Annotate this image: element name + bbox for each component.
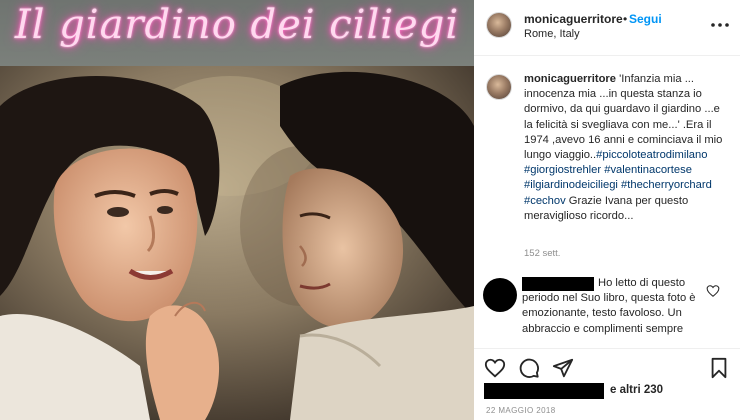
photo-scene-illustration [0,66,474,420]
action-bar [474,348,740,379]
comment-item: Ho letto di questo periodo nel Suo libro… [474,272,740,344]
post-date[interactable]: 22 MAGGIO 2018 [486,406,556,415]
hashtag-ilgiardinodeiciliegi[interactable]: #ilgiardinodeiciliegi [524,179,618,191]
heart-icon[interactable] [484,357,506,379]
post-photo[interactable]: Il giardino dei ciliegi [0,0,474,420]
post-side-panel: monicaguerritore • Segui Rome, Italy mon… [474,0,740,420]
hashtag-giorgiostrehler[interactable]: #giorgiostrehler [524,164,601,176]
photo-overlay-title: Il giardino dei ciliegi [14,2,460,48]
comment-icon[interactable] [518,357,540,379]
hashtag-valentinacortese[interactable]: #valentinacortese [604,164,692,176]
hashtag-thecherryorchard[interactable]: #thecherryorchard [621,179,712,191]
caption-body: 'Infanzia mia ... innocenza mia ...in qu… [524,73,723,162]
photo-banner: Il giardino dei ciliegi [0,0,474,66]
caption-timestamp[interactable]: 152 sett. [524,248,560,259]
author-avatar[interactable] [486,12,512,38]
post-header: monicaguerritore • Segui Rome, Italy [474,0,740,56]
post-caption: monicaguerritore 'Infanzia mia ... innoc… [474,62,740,268]
likes-username-redacted[interactable] [484,383,604,399]
hashtag-cechov[interactable]: #cechov [524,195,566,207]
likes-count-text[interactable]: e altri 230 [610,384,663,396]
comment-text: Ho letto di questo periodo nel Suo libro… [522,277,696,335]
more-options-icon[interactable] [710,22,730,28]
share-icon[interactable] [552,357,574,379]
caption-username[interactable]: monicaguerritore [524,73,616,85]
caption-text-block: monicaguerritore 'Infanzia mia ... innoc… [524,72,730,224]
caption-avatar[interactable] [486,74,512,100]
bookmark-icon[interactable] [708,357,730,379]
heart-outline-icon[interactable] [706,284,720,298]
post-location[interactable]: Rome, Italy [524,28,580,40]
hashtag-piccoloteatrodimilano[interactable]: #piccoloteatrodimilano [596,149,707,161]
header-separator: • [623,12,628,26]
commenter-avatar-redacted[interactable] [483,278,517,312]
author-username[interactable]: monicaguerritore [524,12,623,26]
follow-button[interactable]: Segui [629,12,662,26]
